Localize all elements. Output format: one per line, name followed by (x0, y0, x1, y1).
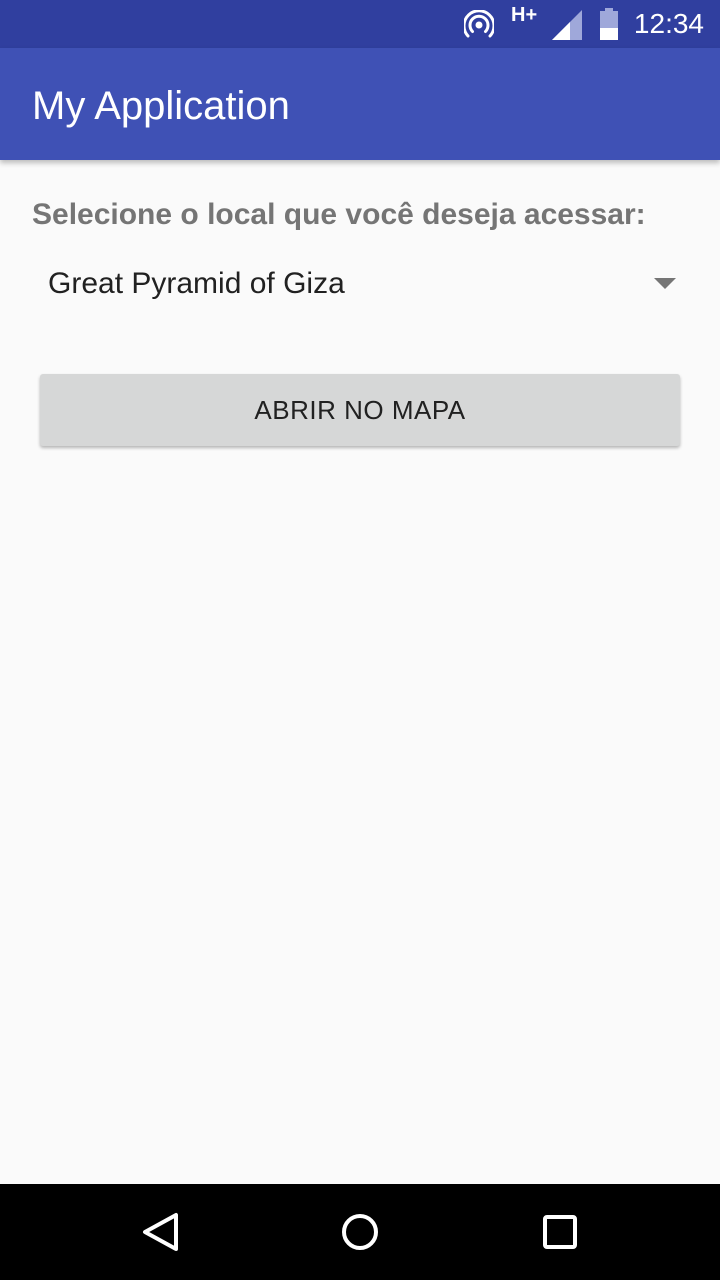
back-icon[interactable] (132, 1204, 188, 1260)
location-prompt-label: Selecione o local que você deseja acessa… (32, 198, 646, 231)
navigation-bar (0, 1184, 720, 1280)
hotspot-icon (464, 10, 494, 38)
home-icon[interactable] (332, 1204, 388, 1260)
open-map-button-label: ABRIR NO MAPA (254, 395, 466, 425)
app-screen: H+ 12:34 My Application Selecione o loca… (0, 0, 720, 1280)
app-title: My Application (32, 84, 290, 128)
status-time: 12:34 (633, 8, 704, 39)
recents-icon[interactable] (532, 1204, 588, 1260)
location-spinner[interactable]: Great Pyramid of Giza (32, 252, 688, 318)
signal-icon (552, 10, 582, 40)
dropdown-arrow-icon (654, 278, 676, 289)
status-bar: H+ 12:34 (0, 0, 720, 48)
battery-icon (600, 8, 618, 40)
network-type-label: H+ (511, 4, 538, 26)
spinner-selected-value: Great Pyramid of Giza (48, 267, 345, 300)
app-bar: My Application (0, 48, 720, 160)
open-map-button[interactable]: ABRIR NO MAPA (40, 374, 680, 446)
